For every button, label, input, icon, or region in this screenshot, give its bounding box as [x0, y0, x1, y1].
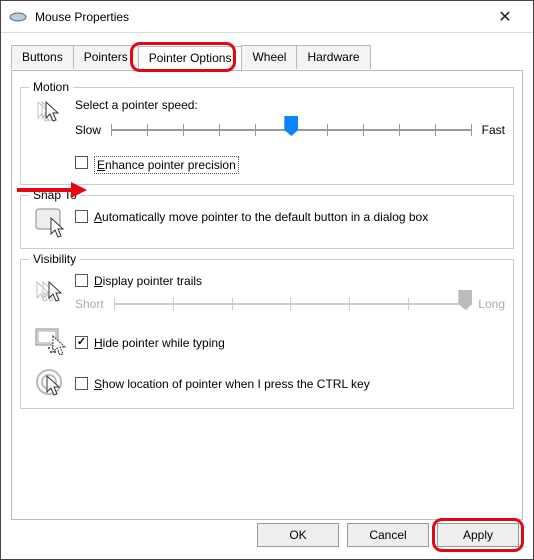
dialog-buttons: OK Cancel Apply: [257, 523, 519, 547]
motion-cursor-icon: [29, 98, 75, 132]
trails-short-label: Short: [75, 297, 104, 311]
apply-button[interactable]: Apply: [437, 523, 519, 547]
speed-slow-label: Slow: [75, 123, 101, 137]
ctrl-locate-checkbox[interactable]: [75, 377, 88, 390]
group-motion-legend: Motion: [29, 80, 73, 94]
mouse-icon: [9, 12, 27, 22]
snapto-label[interactable]: Automatically move pointer to the defaul…: [94, 210, 428, 224]
enhance-precision-checkbox[interactable]: [75, 156, 88, 169]
trails-slider: [114, 292, 469, 316]
snapto-checkbox[interactable]: [75, 210, 88, 223]
trails-label[interactable]: Display pointer trails: [94, 274, 202, 288]
group-snapto-legend: Snap To: [29, 188, 81, 202]
speed-fast-label: Fast: [482, 123, 505, 137]
window-title: Mouse Properties: [35, 10, 485, 24]
trails-checkbox[interactable]: [75, 274, 88, 287]
ctrl-locate-icon: [29, 366, 75, 398]
group-snapto: Snap To Automatically move pointer to th…: [20, 195, 514, 249]
hide-typing-checkbox[interactable]: [75, 336, 88, 349]
group-motion: Motion Select a pointer speed: Slow: [20, 87, 514, 185]
hide-typing-icon: [29, 326, 75, 356]
cancel-button[interactable]: Cancel: [347, 523, 429, 547]
mouse-properties-window: Mouse Properties ✕ Buttons Pointers Poin…: [0, 0, 534, 560]
group-visibility: Visibility Display pointer trails: [20, 259, 514, 409]
trails-icon: [29, 278, 75, 308]
snapto-icon: [29, 206, 75, 238]
ctrl-locate-label[interactable]: Show location of pointer when I press th…: [94, 377, 370, 391]
speed-label: Select a pointer speed:: [75, 98, 505, 112]
tab-wheel[interactable]: Wheel: [241, 45, 297, 69]
tab-pointer-options[interactable]: Pointer Options: [138, 46, 243, 70]
ok-button[interactable]: OK: [257, 523, 339, 547]
group-visibility-legend: Visibility: [29, 252, 80, 266]
enhance-precision-label[interactable]: Enhance pointer precision: [94, 156, 239, 174]
tab-panel: Motion Select a pointer speed: Slow: [11, 71, 523, 520]
tab-buttons[interactable]: Buttons: [11, 45, 74, 69]
speed-slider[interactable]: [111, 118, 472, 142]
tabstrip: Buttons Pointers Pointer Options Wheel H…: [11, 45, 523, 71]
hide-typing-label[interactable]: Hide pointer while typing: [94, 336, 225, 350]
tab-hardware[interactable]: Hardware: [296, 45, 370, 69]
tab-pointers[interactable]: Pointers: [73, 45, 139, 69]
trails-long-label: Long: [478, 297, 505, 311]
titlebar: Mouse Properties ✕: [1, 1, 533, 33]
close-icon[interactable]: ✕: [485, 7, 525, 27]
